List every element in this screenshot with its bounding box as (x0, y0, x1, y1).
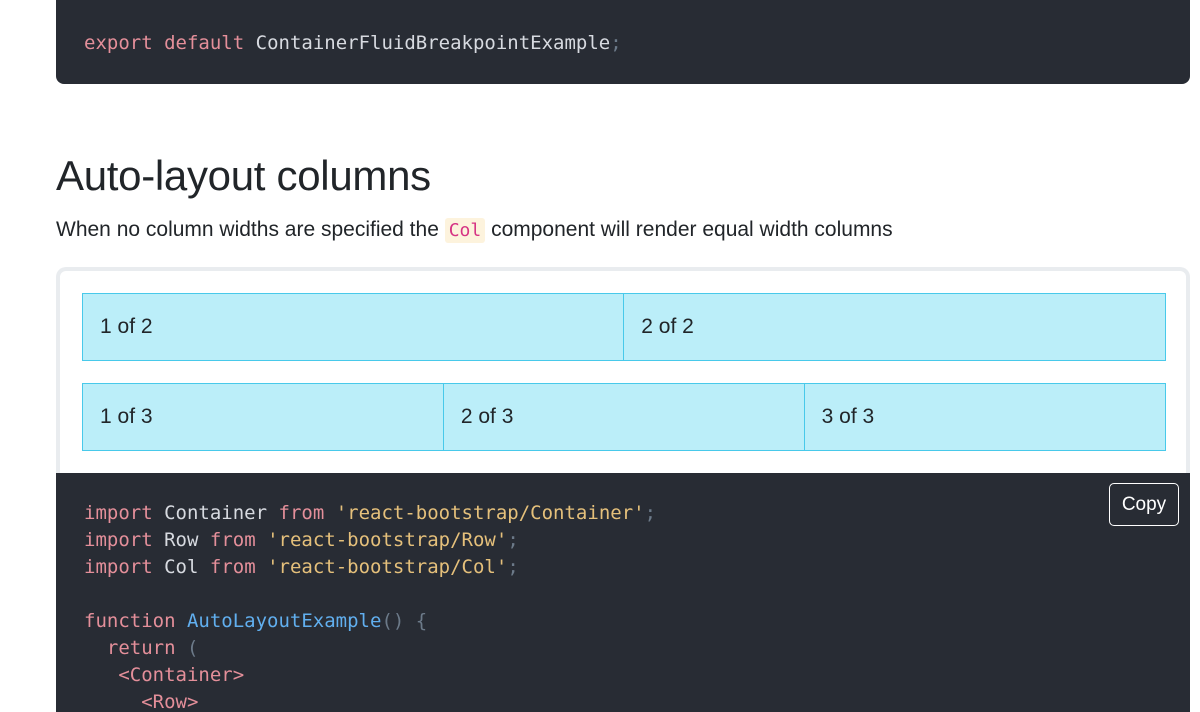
code-keyword: return (106, 637, 176, 659)
example-preview: 1 of 2 2 of 2 1 of 3 2 of 3 3 of 3 (56, 267, 1190, 487)
code-keyword: export (84, 32, 153, 54)
code-identifier: ContainerFluidBreakpointExample (255, 32, 611, 54)
example-col: 1 of 3 (82, 383, 445, 451)
code-jsx-tag: <Container> (118, 664, 245, 686)
code-line: <Container> (84, 664, 244, 686)
example-col: 3 of 3 (803, 383, 1166, 451)
inline-code: Col (444, 218, 486, 243)
example-row: 1 of 3 2 of 3 3 of 3 (82, 383, 1166, 451)
code-line: import Container from 'react-bootstrap/C… (84, 502, 656, 524)
code-line: function AutoLayoutExample() { (84, 610, 427, 632)
description-text: When no column widths are specified the (56, 218, 445, 241)
code-string: 'react-bootstrap/Col' (267, 556, 508, 578)
code-keyword: function (84, 610, 176, 632)
code-punctuation: ; (610, 32, 622, 54)
example-col: 1 of 2 (82, 293, 625, 361)
code-block[interactable]: Copy import Container from 'react-bootst… (56, 473, 1190, 712)
code-line: return ( (84, 637, 199, 659)
code-keyword: from (209, 556, 256, 578)
code-keyword: import (84, 556, 153, 578)
code-line: export default ContainerFluidBreakpointE… (84, 30, 622, 57)
code-identifier: Col (164, 556, 199, 578)
copy-button[interactable]: Copy (1109, 483, 1179, 526)
code-punctuation: ; (507, 556, 519, 578)
previous-code-block: export default ContainerFluidBreakpointE… (56, 0, 1190, 84)
code-string: 'react-bootstrap/Row' (267, 529, 508, 551)
code-punctuation: ( (186, 637, 199, 659)
code-keyword: from (278, 502, 325, 524)
code-keyword: default (164, 32, 245, 54)
docs-page: export default ContainerFluidBreakpointE… (0, 0, 1200, 712)
code-line: import Col from 'react-bootstrap/Col'; (84, 556, 519, 578)
code-string: 'react-bootstrap/Container' (335, 502, 645, 524)
code-punctuation: () { (381, 610, 428, 632)
description-text: component will render equal width column… (485, 218, 893, 241)
code-punctuation: ; (507, 529, 519, 551)
code-line: <Row> (84, 691, 198, 712)
code-function-name: AutoLayoutExample (186, 610, 382, 632)
code-line: import Row from 'react-bootstrap/Row'; (84, 529, 519, 551)
code-keyword: import (84, 502, 153, 524)
code-identifier: Row (164, 529, 199, 551)
code-keyword: import (84, 529, 153, 551)
code-identifier: Container (164, 502, 268, 524)
code-punctuation: ; (644, 502, 657, 524)
example-col: 2 of 2 (623, 293, 1166, 361)
code-jsx-tag: <Row> (141, 691, 199, 712)
code-content: import Container from 'react-bootstrap/C… (84, 500, 656, 712)
example-row: 1 of 2 2 of 2 (82, 293, 1166, 361)
example-col: 2 of 3 (442, 383, 806, 451)
section-description: When no column widths are specified the … (56, 216, 893, 245)
code-keyword: from (209, 529, 256, 551)
section-title: Auto-layout columns (56, 152, 431, 199)
